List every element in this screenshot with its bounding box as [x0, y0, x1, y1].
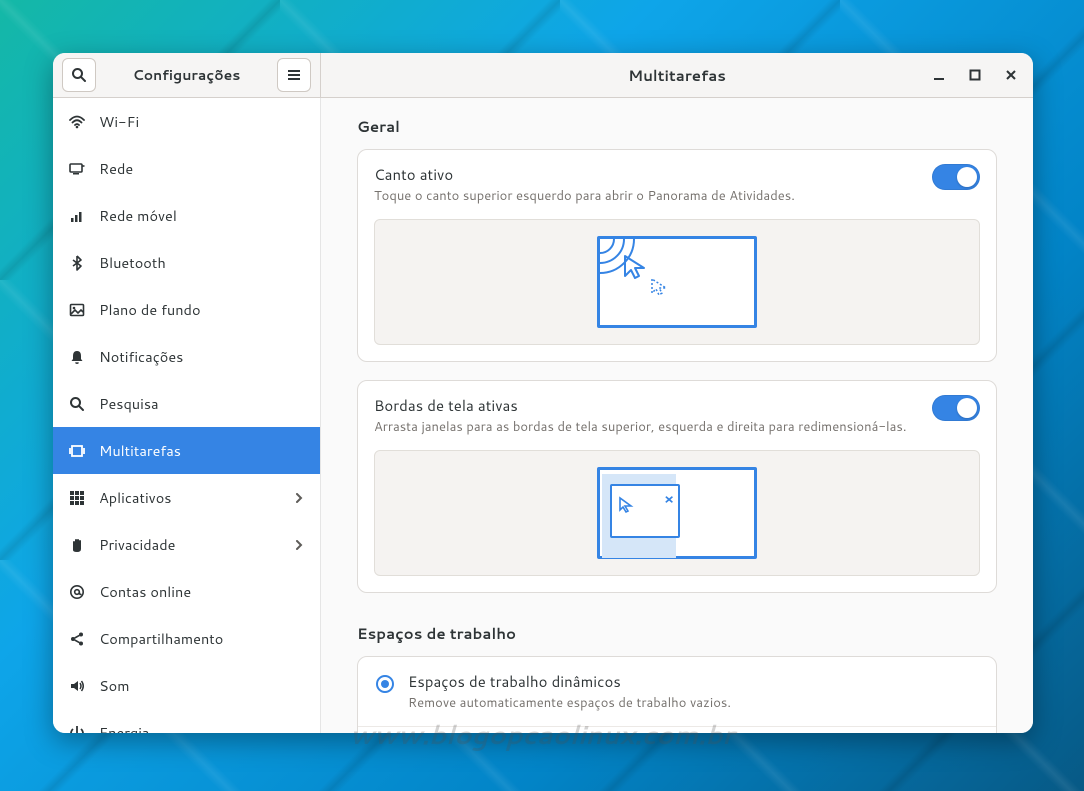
sidebar-item-apps[interactable]: Aplicativos [53, 474, 320, 521]
sidebar-item-label: Wi-Fi [99, 111, 304, 132]
sidebar-item-hand[interactable]: Privacidade [53, 521, 320, 568]
hotcorner-switch[interactable] [932, 164, 980, 190]
window-controls [921, 57, 1029, 93]
network-icon [69, 161, 85, 177]
settings-window: Configurações Multitarefas Wi-Fi Rede Rede… [53, 53, 1033, 733]
sidebar-item-wifi[interactable]: Wi-Fi [53, 98, 320, 145]
sidebar-item-label: Som [99, 675, 304, 696]
sidebar-item-multitask[interactable]: Multitarefas [53, 427, 320, 474]
sidebar-item-label: Rede móvel [99, 205, 304, 226]
apps-icon [69, 490, 85, 506]
close-icon: × [664, 489, 674, 509]
main: Wi-Fi Rede Rede móvel Bluetooth Plano de fun… [53, 98, 1033, 733]
titlebar: Configurações Multitarefas [53, 53, 1033, 98]
sidebar-item-search[interactable]: Pesquisa [53, 380, 320, 427]
section-workspaces: Espaços de trabalho [357, 623, 997, 644]
sidebar-item-power[interactable]: Energia [53, 709, 320, 733]
sidebar-item-label: Pesquisa [99, 393, 304, 414]
bell-icon [69, 349, 85, 365]
hamburger-icon [286, 67, 302, 83]
search-button[interactable] [62, 58, 96, 92]
chevron-right-icon [294, 534, 304, 555]
sidebar-item-label: Compartilhamento [99, 628, 304, 649]
wifi-icon [69, 114, 85, 130]
workspaces-fixed-option[interactable]: Número fixo de espaços de trabalho Espec… [358, 727, 996, 733]
close-icon [1005, 69, 1017, 81]
hotcorner-preview [374, 219, 980, 345]
bluetooth-icon [69, 255, 85, 271]
sidebar-item-label: Multitarefas [99, 440, 304, 461]
sidebar-item-at[interactable]: Contas online [53, 568, 320, 615]
sidebar-item-label: Contas online [99, 581, 304, 602]
share-icon [69, 631, 85, 647]
edges-switch[interactable] [932, 395, 980, 421]
mobile-icon [69, 208, 85, 224]
sidebar-item-label: Privacidade [99, 534, 280, 555]
minimize-icon [933, 69, 945, 81]
sidebar-item-image[interactable]: Plano de fundo [53, 286, 320, 333]
at-icon [69, 584, 85, 600]
power-icon [69, 725, 85, 734]
close-button[interactable] [993, 57, 1029, 93]
hotcorner-title: Canto ativo [374, 164, 795, 185]
multitask-icon [69, 443, 85, 459]
radio-icon [376, 675, 394, 693]
sidebar-item-bluetooth[interactable]: Bluetooth [53, 239, 320, 286]
sidebar-item-label: Rede [99, 158, 304, 179]
titlebar-left: Configurações [53, 53, 321, 97]
sidebar-item-label: Bluetooth [99, 252, 304, 273]
maximize-button[interactable] [957, 57, 993, 93]
menu-button[interactable] [277, 58, 311, 92]
sidebar-title: Configurações [99, 65, 274, 85]
edges-desc: Arrasta janelas para as bordas de tela s… [374, 418, 906, 436]
workspaces-dynamic-option[interactable]: Espaços de trabalho dinâmicos Remove aut… [358, 657, 996, 727]
section-general: Geral [357, 116, 997, 137]
search-icon [69, 396, 85, 412]
sound-icon [69, 678, 85, 694]
sidebar-item-label: Aplicativos [99, 487, 280, 508]
sidebar[interactable]: Wi-Fi Rede Rede móvel Bluetooth Plano de fun… [53, 98, 321, 733]
workspaces-card: Espaços de trabalho dinâmicos Remove aut… [357, 656, 997, 733]
sidebar-item-bell[interactable]: Notificações [53, 333, 320, 380]
sidebar-item-network[interactable]: Rede [53, 145, 320, 192]
cursor-icon [618, 496, 636, 514]
titlebar-right: Multitarefas [321, 53, 1033, 97]
sidebar-item-label: Notificações [99, 346, 304, 367]
search-icon [71, 67, 87, 83]
content[interactable]: Geral Canto ativo Toque o canto superior… [321, 98, 1033, 733]
hotcorner-card: Canto ativo Toque o canto superior esque… [357, 149, 997, 362]
hotcorner-text: Canto ativo Toque o canto superior esque… [374, 164, 795, 205]
sidebar-item-label: Plano de fundo [99, 299, 304, 320]
edges-preview: × [374, 450, 980, 576]
cursor-icon [650, 277, 672, 299]
edges-text: Bordas de tela ativas Arrasta janelas pa… [374, 395, 906, 436]
image-icon [69, 302, 85, 318]
ws-dynamic-desc: Remove automaticamente espaços de trabal… [408, 694, 731, 712]
sidebar-item-sound[interactable]: Som [53, 662, 320, 709]
edges-card: Bordas de tela ativas Arrasta janelas pa… [357, 380, 997, 593]
hand-icon [69, 537, 85, 553]
minimize-button[interactable] [921, 57, 957, 93]
maximize-icon [969, 69, 981, 81]
sidebar-item-mobile[interactable]: Rede móvel [53, 192, 320, 239]
cursor-icon [622, 253, 652, 283]
edges-title: Bordas de tela ativas [374, 395, 906, 416]
sidebar-item-label: Energia [99, 722, 304, 733]
ws-dynamic-title: Espaços de trabalho dinâmicos [408, 671, 731, 692]
chevron-right-icon [294, 487, 304, 508]
sidebar-item-share[interactable]: Compartilhamento [53, 615, 320, 662]
hotcorner-desc: Toque o canto superior esquerdo para abr… [374, 187, 795, 205]
